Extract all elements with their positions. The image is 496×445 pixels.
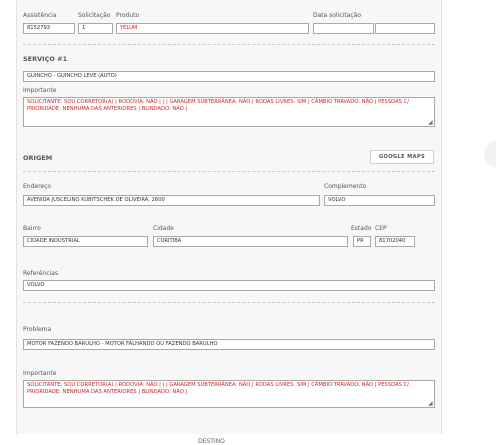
complemento-field[interactable]: VOLVO <box>324 195 435 206</box>
servico-title: SERVIÇO #1 <box>23 55 68 63</box>
data-solicitacao-time-field[interactable] <box>375 23 435 34</box>
cidade-label: Cidade <box>153 225 174 232</box>
divider <box>23 302 435 303</box>
background-decoration <box>484 141 496 167</box>
importante-label: Importante <box>23 87 57 94</box>
bairro-field[interactable]: CIDADE INDUSTRIAL <box>23 236 148 247</box>
problema-importante-text: SOLICITANTE: SOU CORRETOR(A) | RODOVIA: … <box>27 382 409 395</box>
problema-label: Problema <box>23 326 52 333</box>
cidade-field[interactable]: CURITIBA <box>153 236 348 247</box>
cep-field[interactable]: 81702040 <box>375 236 415 247</box>
divider <box>23 44 435 45</box>
referencias-label: Referências <box>23 270 58 277</box>
endereco-field[interactable]: AVENIDA JUSCELINO KUBITSCHEK DE OLIVEIRA… <box>23 195 320 206</box>
produto-label: Produto <box>116 12 140 19</box>
destino-heading: DESTINO <box>198 438 225 445</box>
resize-grip-icon[interactable]: ◢ <box>428 401 433 407</box>
solicitacao-label: Solicitação <box>78 12 111 19</box>
data-solicitacao-date-field[interactable] <box>313 23 374 34</box>
estado-field[interactable]: PR <box>353 236 371 247</box>
resize-grip-icon[interactable]: ◢ <box>428 120 433 126</box>
servico-field[interactable]: GUINCHO - GUINCHO LEVE (AUTO) <box>23 71 435 82</box>
origem-title: ORIGEM <box>23 154 53 162</box>
bairro-label: Bairro <box>23 225 41 232</box>
problema-importante-label: Importante <box>23 370 57 377</box>
assistencia-label: Assistência <box>23 12 57 19</box>
importante-textarea[interactable]: SOLICITANTE: SOU CORRETOR(A) | RODOVIA: … <box>23 97 435 127</box>
importante-text: SOLICITANTE: SOU CORRETOR(A) | RODOVIA: … <box>27 99 409 112</box>
problema-field[interactable]: MOTOR FAZENDO BARULHO - MOTOR FALHANDO O… <box>23 339 435 350</box>
estado-label: Estado <box>351 225 372 232</box>
cep-label: CEP <box>375 225 387 232</box>
solicitacao-field[interactable]: 1 <box>78 23 113 34</box>
divider <box>23 171 435 172</box>
complemento-label: Complemento <box>324 183 367 190</box>
data-solicitacao-label: Data solicitação <box>313 12 362 19</box>
endereco-label: Endereço <box>23 183 52 190</box>
referencias-field[interactable]: VOLVO <box>23 280 435 291</box>
produto-field[interactable]: YELUM <box>116 23 309 34</box>
assistencia-field[interactable]: 8152793 <box>23 23 75 34</box>
service-form-panel: Assistência 8152793 Solicitação 1 Produt… <box>16 0 442 434</box>
problema-importante-textarea[interactable]: SOLICITANTE: SOU CORRETOR(A) | RODOVIA: … <box>23 380 435 408</box>
google-maps-button[interactable]: GOOGLE MAPS <box>370 150 434 164</box>
